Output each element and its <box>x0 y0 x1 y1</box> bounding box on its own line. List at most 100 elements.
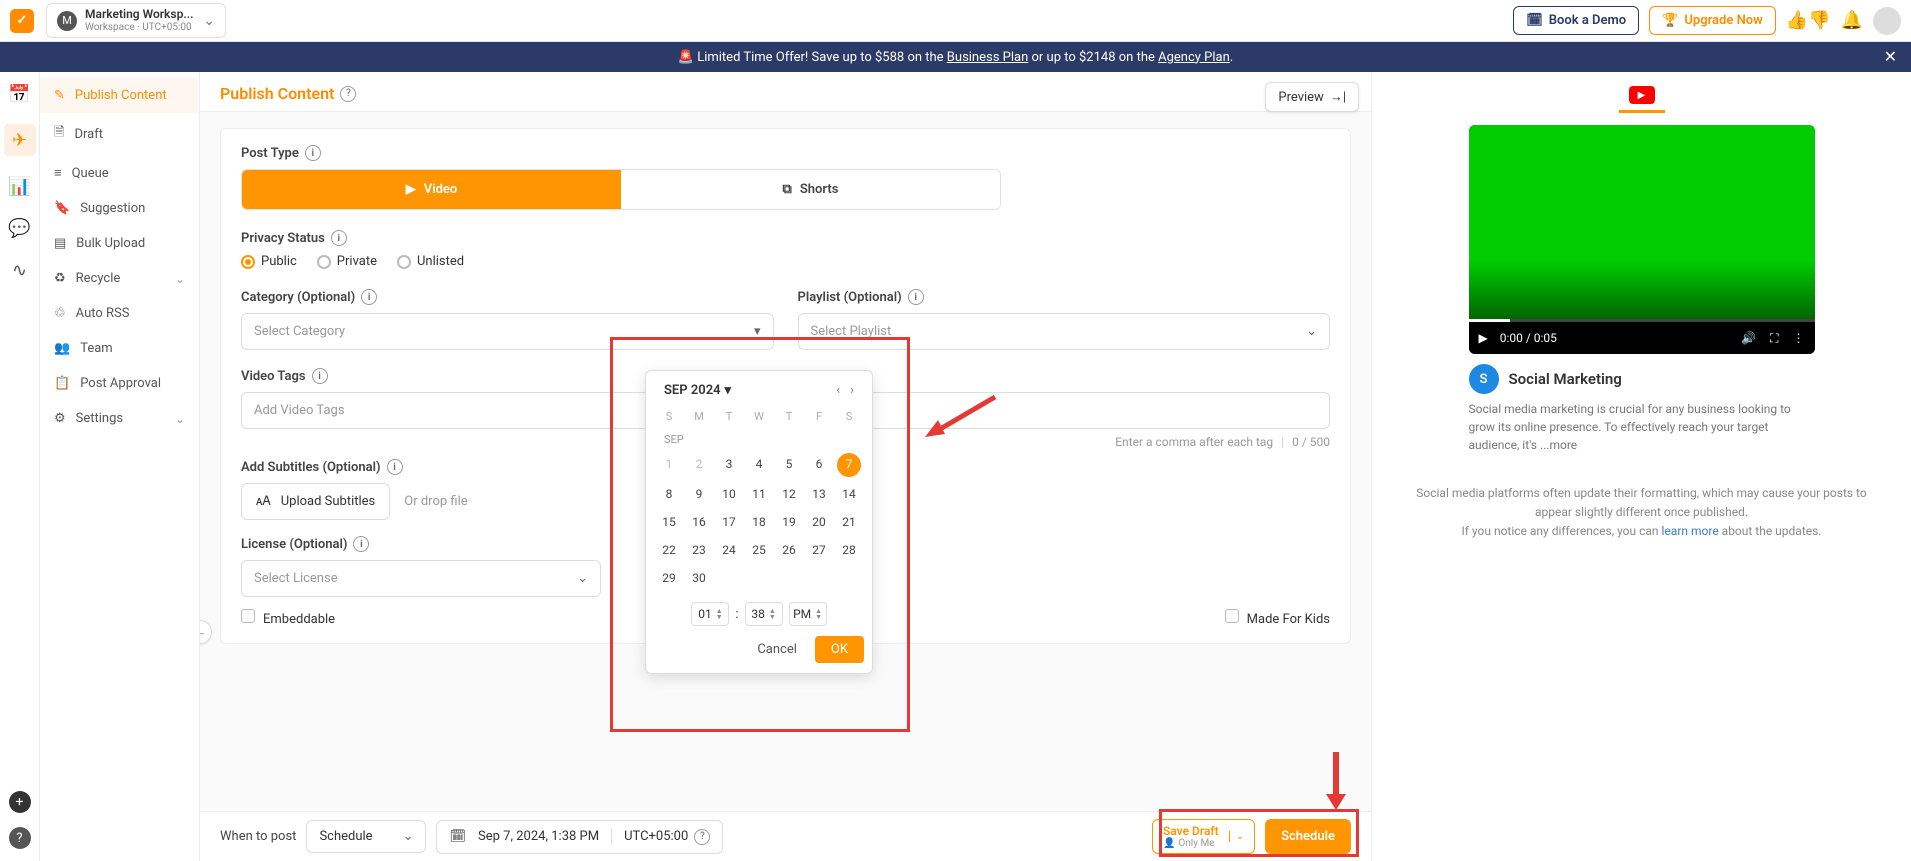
sidebar-item-bulk-upload[interactable]: ▤Bulk Upload <box>40 226 199 261</box>
sidebar-item-queue[interactable]: ≡Queue <box>40 155 199 191</box>
calendar-day[interactable]: 10 <box>714 480 744 508</box>
workspace-selector[interactable]: M Marketing Worksp... Workspace · UTC+05… <box>46 3 226 37</box>
playlist-select[interactable]: Select Playlist⌄ <box>798 313 1331 350</box>
license-select[interactable]: Select License⌄ <box>241 560 601 597</box>
when-to-post-select[interactable]: Schedule⌄ <box>306 820 426 853</box>
category-select[interactable]: Select Category▾ <box>241 313 774 350</box>
sidebar-item-suggestion[interactable]: 🔖Suggestion <box>40 191 199 226</box>
calendar-day-selected[interactable]: 7 <box>837 453 861 477</box>
calendar-day[interactable]: 26 <box>774 536 804 564</box>
calendar-day[interactable]: 16 <box>684 508 714 536</box>
calendar-day[interactable]: 30 <box>684 564 714 592</box>
info-icon[interactable]: i <box>361 289 377 305</box>
play-icon[interactable]: ▶ <box>1479 331 1488 345</box>
volume-icon[interactable]: 🔊 <box>1741 331 1756 346</box>
scheduled-datetime[interactable]: 🗓 Sep 7, 2024, 1:38 PM UTC+05:00? <box>436 820 723 854</box>
info-icon[interactable]: i <box>305 145 321 161</box>
calendar-day[interactable]: 1 <box>654 450 684 480</box>
calendar-prev[interactable]: ‹ <box>836 383 840 398</box>
calendar-day[interactable]: 5 <box>774 450 804 480</box>
info-icon[interactable]: i <box>312 368 328 384</box>
conversations-icon[interactable]: 💬 <box>8 216 32 240</box>
calendar-day[interactable]: 9 <box>684 480 714 508</box>
calendar-cancel-button[interactable]: Cancel <box>753 636 801 663</box>
privacy-private[interactable]: Private <box>317 254 377 269</box>
calendar-day[interactable]: 23 <box>684 536 714 564</box>
app-logo[interactable]: ✓ <box>10 9 34 33</box>
info-icon[interactable]: i <box>331 230 347 246</box>
calendar-day[interactable]: 21 <box>834 508 864 536</box>
video-thumbnail[interactable] <box>1469 125 1815 319</box>
post-type-shorts[interactable]: ⧉Shorts <box>621 170 1000 209</box>
calendar-icon[interactable]: 📅 <box>8 82 32 106</box>
sidebar-item-auto-rss[interactable]: ♲Auto RSS <box>40 296 199 331</box>
sidebar-item-recycle[interactable]: ♻Recycle⌄ <box>40 261 199 296</box>
calendar-day[interactable]: 12 <box>774 480 804 508</box>
sidebar-item-settings[interactable]: ⚙Settings⌄ <box>40 401 199 436</box>
info-icon[interactable]: ? <box>340 86 356 102</box>
sidebar-item-team[interactable]: 👥Team <box>40 331 199 366</box>
calendar-day[interactable]: 19 <box>774 508 804 536</box>
calendar-day[interactable]: 18 <box>744 508 774 536</box>
made-for-kids-checkbox[interactable]: Made For Kids <box>1225 609 1330 627</box>
calendar-day[interactable]: 17 <box>714 508 744 536</box>
calendar-day[interactable]: 13 <box>804 480 834 508</box>
calendar-day[interactable]: 2 <box>684 450 714 480</box>
sidebar-item-publish-content[interactable]: ✎Publish Content <box>40 78 199 113</box>
calendar-day[interactable]: 20 <box>804 508 834 536</box>
privacy-unlisted[interactable]: Unlisted <box>397 254 464 269</box>
more-icon[interactable]: ⋮ <box>1793 331 1805 346</box>
calendar-ok-button[interactable]: OK <box>815 636 864 663</box>
calendar-day[interactable]: 28 <box>834 536 864 564</box>
ampm-spinner[interactable]: PM▲▼ <box>789 602 827 626</box>
chevron-down-icon[interactable]: ⌄ <box>1229 831 1244 842</box>
sidebar-item-post-approval[interactable]: 📋Post Approval <box>40 366 199 401</box>
business-plan-link[interactable]: Business Plan <box>947 50 1028 65</box>
help-button[interactable]: ? <box>9 827 31 849</box>
embeddable-checkbox[interactable]: Embeddable <box>241 609 335 627</box>
calendar-day[interactable]: 24 <box>714 536 744 564</box>
calendar-day[interactable]: 6 <box>804 450 834 480</box>
collapse-sidebar-button[interactable]: ← <box>200 620 212 644</box>
calendar-day[interactable]: 29 <box>654 564 684 592</box>
sidebar-item-draft[interactable]: 🗎Draft <box>40 113 199 155</box>
calendar-day[interactable]: 11 <box>744 480 774 508</box>
upload-subtitles-button[interactable]: 🗚Upload Subtitles <box>241 483 390 520</box>
calendar-day[interactable]: 27 <box>804 536 834 564</box>
privacy-public[interactable]: Public <box>241 254 297 269</box>
user-avatar[interactable] <box>1873 7 1901 35</box>
info-icon[interactable]: ? <box>694 829 710 845</box>
save-draft-button[interactable]: Save Draft 👤Only Me ⌄ <box>1152 819 1255 854</box>
calendar-next[interactable]: › <box>850 383 854 398</box>
calendar-day[interactable]: 3 <box>714 450 744 480</box>
audio-icon[interactable]: ∿ <box>8 258 32 282</box>
schedule-button[interactable]: Schedule <box>1265 819 1351 854</box>
close-banner-icon[interactable]: ✕ <box>1884 47 1897 66</box>
add-button[interactable]: + <box>9 791 31 813</box>
learn-more-link[interactable]: learn more <box>1662 524 1719 538</box>
calendar-day[interactable]: 14 <box>834 480 864 508</box>
calendar-day[interactable]: 8 <box>654 480 684 508</box>
preview-toggle[interactable]: Preview →| <box>1265 82 1359 112</box>
feedback-icon[interactable]: 👍👎 <box>1786 10 1831 31</box>
info-icon[interactable]: i <box>387 459 403 475</box>
calendar-day[interactable]: 15 <box>654 508 684 536</box>
info-icon[interactable]: i <box>908 289 924 305</box>
hour-spinner[interactable]: 01▲▼ <box>691 602 729 626</box>
calendar-month-selector[interactable]: SEP 2024▾ <box>664 383 731 398</box>
fullscreen-icon[interactable]: ⛶ <box>1770 331 1778 346</box>
calendar-day[interactable]: 22 <box>654 536 684 564</box>
analytics-icon[interactable]: 📊 <box>8 174 32 198</box>
calendar-day[interactable]: 4 <box>744 450 774 480</box>
upgrade-button[interactable]: 🏆 Upgrade Now <box>1649 6 1776 35</box>
more-link[interactable]: ...more <box>1540 438 1577 452</box>
book-demo-button[interactable]: 🗓 Book a Demo <box>1513 6 1639 35</box>
bell-icon[interactable]: 🔔 <box>1841 10 1863 31</box>
calendar-day[interactable]: 25 <box>744 536 774 564</box>
info-icon[interactable]: i <box>353 536 369 552</box>
minute-spinner[interactable]: 38▲▼ <box>745 602 783 626</box>
publish-icon[interactable]: ✈ <box>4 124 36 156</box>
agency-plan-link[interactable]: Agency Plan <box>1158 50 1230 65</box>
platform-tab-youtube[interactable]: ▶ <box>1619 86 1665 113</box>
post-type-video[interactable]: ▶Video <box>242 170 621 209</box>
